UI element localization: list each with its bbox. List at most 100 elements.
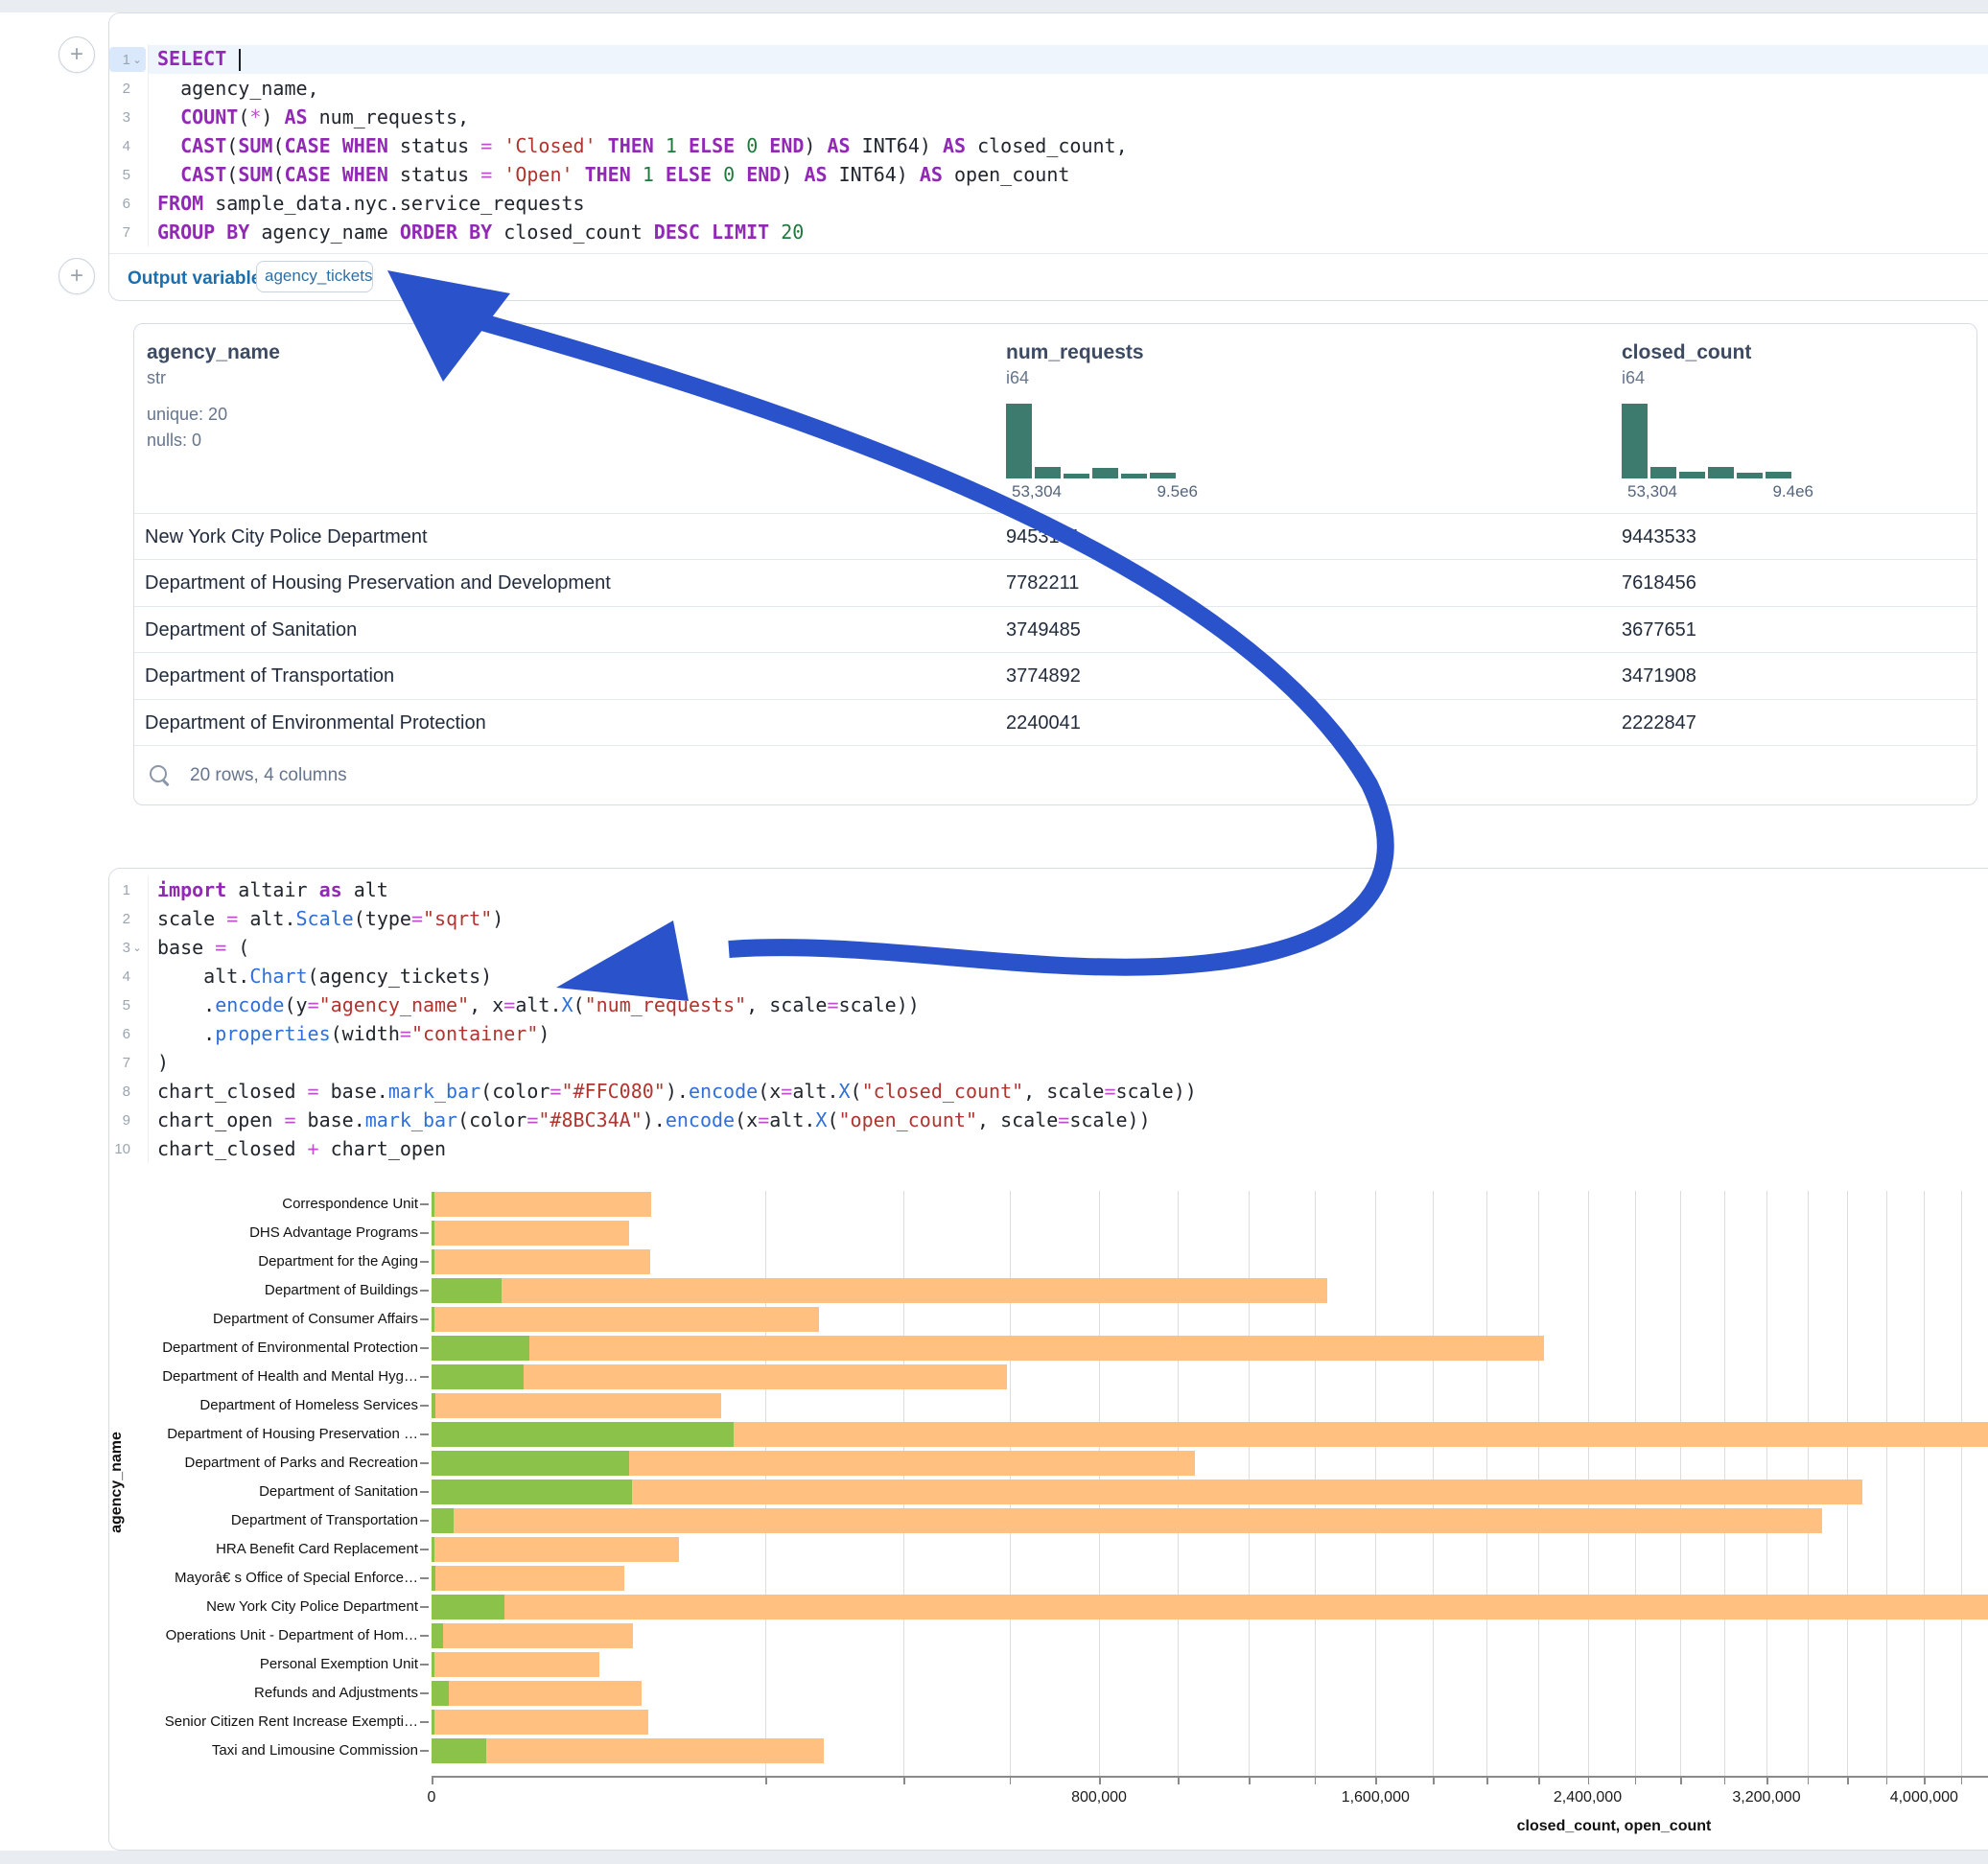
histogram-bar [1092,468,1118,478]
code-text[interactable]: import altair as alt [148,875,1988,904]
table-cell: 2222847 [1622,712,1696,734]
code-text[interactable]: CAST(SUM(CASE WHEN status = 'Closed' THE… [148,131,1988,160]
code-line: 3⌄base = ( [109,933,1988,962]
sql-code-editor[interactable]: 1⌄SELECT 2 agency_name,3 COUNT(*) AS num… [109,45,1988,246]
code-line: 6 .properties(width="container") [109,1019,1988,1048]
line-gutter: 5 [109,162,146,187]
column-type: i64 [1622,368,1645,388]
histogram-min-label: 53,304 [1627,482,1677,501]
row-count-label: 20 rows, 4 columns [190,765,347,786]
line-number: 4 [113,138,130,154]
table-cell: 7618456 [1622,572,1696,594]
histogram-min-label: 53,304 [1012,482,1062,501]
column-histogram [1622,404,1794,478]
code-text[interactable]: chart_closed = base.mark_bar(color="#FFC… [148,1077,1988,1106]
table-cell: Department of Transportation [145,665,394,687]
python-cell: 1 import altair as alt 2 scale = alt.Scale(… [108,868,1988,1851]
line-gutter: 2 [109,906,146,931]
code-text[interactable]: chart_open = base.mark_bar(color="#8BC34… [148,1106,1988,1134]
column-stat: nulls: 0 [147,431,201,451]
chevron-down-icon[interactable]: ⌄ [130,942,144,954]
line-number: 5 [113,167,130,183]
line-gutter: 1⌄ [109,47,146,72]
line-number: 7 [113,224,130,241]
chevron-down-icon[interactable]: ⌄ [130,54,144,66]
table-row: Department of Environmental Protection 22… [134,699,1976,746]
column-histogram [1006,404,1179,478]
notebook-canvas: + + 1⌄SELECT 2 agency_name,3 COUNT(*) AS… [0,0,1988,1864]
line-number: 7 [113,1055,130,1071]
line-number: 5 [113,997,130,1014]
histogram-bar [1035,467,1061,478]
code-line: 6 FROM sample_data.nyc.service_requests [109,189,1988,218]
line-gutter: 8 [109,1079,146,1104]
table-cell: Department of Environmental Protection [145,712,486,734]
code-text[interactable]: agency_name, [148,74,1988,103]
code-text[interactable]: FROM sample_data.nyc.service_requests [148,189,1988,218]
output-variable-chip[interactable]: agency_tickets [256,261,373,292]
line-gutter: 1 [109,877,146,902]
histogram-bar [1150,473,1176,478]
line-number: 4 [113,968,130,985]
histogram-bar [1766,472,1791,478]
table-cell: 3677651 [1622,619,1696,641]
table-cell: 3471908 [1622,665,1696,687]
code-text[interactable]: CAST(SUM(CASE WHEN status = 'Open' THEN … [148,160,1988,189]
code-line: 1⌄SELECT [109,45,1988,74]
code-line: 4 alt.Chart(agency_tickets) [109,962,1988,990]
table-bottom-divider [134,745,1976,746]
code-line: 5 CAST(SUM(CASE WHEN status = 'Open' THE… [109,160,1988,189]
column-header[interactable]: closed_count [1622,341,1751,364]
histogram-bar [1708,467,1734,478]
line-gutter: 2 [109,76,146,101]
search-icon[interactable] [150,765,167,782]
code-line: 3 COUNT(*) AS num_requests, [109,103,1988,131]
line-gutter: 7 [109,220,146,245]
code-text[interactable]: ) [148,1048,1988,1077]
python-code-editor[interactable]: 1 import altair as alt 2 scale = alt.Scale(… [109,875,1988,1163]
output-variable-label: Output variable: [128,268,268,290]
line-gutter: 6 [109,1021,146,1046]
code-text[interactable]: scale = alt.Scale(type="sqrt") [148,904,1988,933]
horizontal-scrollbar[interactable] [0,1851,1988,1864]
page-top-gutter [0,0,1988,12]
code-text[interactable]: GROUP BY agency_name ORDER BY closed_cou… [148,218,1988,246]
line-gutter: 9 [109,1107,146,1132]
code-line: 7 GROUP BY agency_name ORDER BY closed_co… [109,218,1988,246]
histogram-bar [1650,467,1676,478]
table-row: New York City Police Department945313194… [134,513,1976,560]
code-text[interactable]: COUNT(*) AS num_requests, [148,103,1988,131]
table-cell: 9443533 [1622,526,1696,548]
text-cursor [239,49,241,71]
add-cell-button[interactable]: + [58,36,95,73]
code-text[interactable]: .encode(y="agency_name", x=alt.X("num_re… [148,990,1988,1019]
line-number: 6 [113,196,130,212]
line-number: 6 [113,1026,130,1042]
plus-icon: + [70,41,83,67]
dataframe-preview: agency_namestrunique: 20nulls: 0num_requ… [133,323,1977,805]
line-gutter: 3⌄ [109,935,146,960]
line-number: 1 [113,52,130,68]
line-number: 8 [113,1083,130,1100]
cell-divider [109,253,1988,254]
code-text[interactable]: SELECT [148,44,1988,75]
column-header[interactable]: num_requests [1006,341,1144,364]
table-cell: 3774892 [1006,665,1081,687]
line-number: 2 [113,911,130,927]
line-number: 1 [113,882,130,898]
table-cell: New York City Police Department [145,526,428,548]
add-cell-button[interactable]: + [58,258,95,294]
code-text[interactable]: base = ( [148,933,1988,962]
line-gutter: 6 [109,191,146,216]
line-gutter: 5 [109,992,146,1017]
code-line: 7) [109,1048,1988,1077]
table-cell: 2240041 [1006,712,1081,734]
line-gutter: 7 [109,1050,146,1075]
code-line: 10chart_closed + chart_open [109,1134,1988,1163]
code-text[interactable]: alt.Chart(agency_tickets) [148,962,1988,990]
column-header[interactable]: agency_name [147,341,280,364]
line-number: 2 [113,81,130,97]
code-text[interactable]: .properties(width="container") [148,1019,1988,1048]
code-text[interactable]: chart_closed + chart_open [148,1134,1988,1163]
code-line: 8 chart_closed = base.mark_bar(color="#FF… [109,1077,1988,1106]
